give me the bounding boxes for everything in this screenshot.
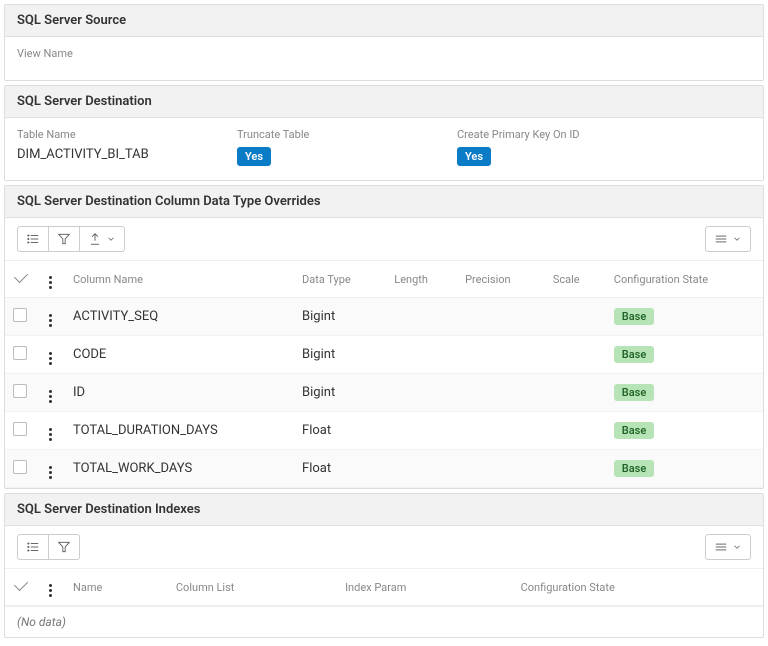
table-row[interactable]: TOTAL_WORK_DAYSFloat Base xyxy=(5,450,763,488)
config-state-badge: Base xyxy=(614,384,654,401)
cell-precision xyxy=(457,336,545,374)
panel-source: SQL Server Source View Name xyxy=(4,4,764,81)
panel-overrides-title: SQL Server Destination Column Data Type … xyxy=(5,186,763,218)
menu-icon xyxy=(714,232,728,246)
cell-column-name: CODE xyxy=(65,336,294,374)
list-icon xyxy=(26,232,40,246)
row-kebab-icon[interactable] xyxy=(43,352,57,365)
cell-data-type: Float xyxy=(294,450,386,488)
list-view-button[interactable] xyxy=(17,226,49,252)
header-kebab-icon[interactable] xyxy=(43,276,57,289)
col-header-name[interactable]: Column Name xyxy=(65,261,294,298)
panel-source-title: SQL Server Source xyxy=(5,5,763,37)
cell-precision xyxy=(457,298,545,336)
panel-destination: SQL Server Destination Table Name DIM_AC… xyxy=(4,85,764,181)
view-options-button[interactable] xyxy=(705,226,751,252)
row-checkbox[interactable] xyxy=(13,346,27,360)
row-kebab-icon[interactable] xyxy=(43,428,57,441)
view-name-label: View Name xyxy=(17,47,197,60)
table-row[interactable]: IDBigint Base xyxy=(5,374,763,412)
header-kebab-icon[interactable] xyxy=(43,584,57,597)
pk-label: Create Primary Key On ID xyxy=(457,128,677,141)
idx-col-index-param[interactable]: Index Param xyxy=(337,569,513,606)
panel-destination-title: SQL Server Destination xyxy=(5,86,763,118)
indexes-toolbar xyxy=(5,526,763,569)
cell-scale xyxy=(545,336,606,374)
idx-col-config[interactable]: Configuration State xyxy=(513,569,763,606)
config-state-badge: Base xyxy=(614,422,654,439)
cell-length xyxy=(386,298,457,336)
filter-icon xyxy=(57,232,71,246)
export-icon xyxy=(88,232,102,246)
filter-button[interactable] xyxy=(49,226,80,252)
filter-icon xyxy=(57,540,71,554)
export-button[interactable] xyxy=(80,226,125,252)
cell-scale xyxy=(545,450,606,488)
cell-precision xyxy=(457,374,545,412)
panel-indexes: SQL Server Destination Indexes Name Colu… xyxy=(4,493,764,638)
indexes-table: Name Column List Index Param Configurati… xyxy=(5,569,763,606)
select-all-check-icon[interactable] xyxy=(14,269,28,283)
row-kebab-icon[interactable] xyxy=(43,314,57,327)
config-state-badge: Base xyxy=(614,308,654,325)
row-kebab-icon[interactable] xyxy=(43,390,57,403)
table-name-value[interactable]: DIM_ACTIVITY_BI_TAB xyxy=(17,147,197,162)
col-header-config[interactable]: Configuration State xyxy=(606,261,763,298)
cell-precision xyxy=(457,450,545,488)
col-header-datatype[interactable]: Data Type xyxy=(294,261,386,298)
config-state-badge: Base xyxy=(614,346,654,363)
col-header-scale[interactable]: Scale xyxy=(545,261,606,298)
list-icon xyxy=(26,540,40,554)
cell-column-name: TOTAL_DURATION_DAYS xyxy=(65,412,294,450)
chevron-down-icon xyxy=(106,234,116,244)
row-checkbox[interactable] xyxy=(13,460,27,474)
cell-data-type: Bigint xyxy=(294,298,386,336)
row-checkbox[interactable] xyxy=(13,308,27,322)
row-kebab-icon[interactable] xyxy=(43,466,57,479)
cell-data-type: Bigint xyxy=(294,374,386,412)
table-row[interactable]: ACTIVITY_SEQBigint Base xyxy=(5,298,763,336)
cell-column-name: ACTIVITY_SEQ xyxy=(65,298,294,336)
cell-data-type: Bigint xyxy=(294,336,386,374)
overrides-toolbar xyxy=(5,218,763,261)
overrides-table: Column Name Data Type Length Precision S… xyxy=(5,261,763,488)
truncate-value-badge[interactable]: Yes xyxy=(237,147,271,166)
view-options-button[interactable] xyxy=(705,534,751,560)
cell-scale xyxy=(545,412,606,450)
cell-column-name: TOTAL_WORK_DAYS xyxy=(65,450,294,488)
idx-col-name[interactable]: Name xyxy=(65,569,168,606)
list-view-button[interactable] xyxy=(17,534,49,560)
row-checkbox[interactable] xyxy=(13,384,27,398)
cell-precision xyxy=(457,412,545,450)
panel-indexes-title: SQL Server Destination Indexes xyxy=(5,494,763,526)
row-checkbox[interactable] xyxy=(13,422,27,436)
cell-length xyxy=(386,336,457,374)
table-row[interactable]: CODEBigint Base xyxy=(5,336,763,374)
table-name-label: Table Name xyxy=(17,128,197,141)
cell-scale xyxy=(545,298,606,336)
panel-overrides: SQL Server Destination Column Data Type … xyxy=(4,185,764,489)
col-header-precision[interactable]: Precision xyxy=(457,261,545,298)
cell-length xyxy=(386,412,457,450)
chevron-down-icon xyxy=(732,234,742,244)
cell-scale xyxy=(545,374,606,412)
filter-button[interactable] xyxy=(49,534,80,560)
truncate-label: Truncate Table xyxy=(237,128,417,141)
indexes-nodata: (No data) xyxy=(5,606,763,637)
cell-length xyxy=(386,374,457,412)
cell-data-type: Float xyxy=(294,412,386,450)
config-state-badge: Base xyxy=(614,460,654,477)
idx-col-column-list[interactable]: Column List xyxy=(168,569,337,606)
cell-column-name: ID xyxy=(65,374,294,412)
select-all-check-icon[interactable] xyxy=(14,577,28,591)
menu-icon xyxy=(714,540,728,554)
chevron-down-icon xyxy=(732,542,742,552)
col-header-length[interactable]: Length xyxy=(386,261,457,298)
table-row[interactable]: TOTAL_DURATION_DAYSFloat Base xyxy=(5,412,763,450)
pk-value-badge[interactable]: Yes xyxy=(457,147,491,166)
cell-length xyxy=(386,450,457,488)
